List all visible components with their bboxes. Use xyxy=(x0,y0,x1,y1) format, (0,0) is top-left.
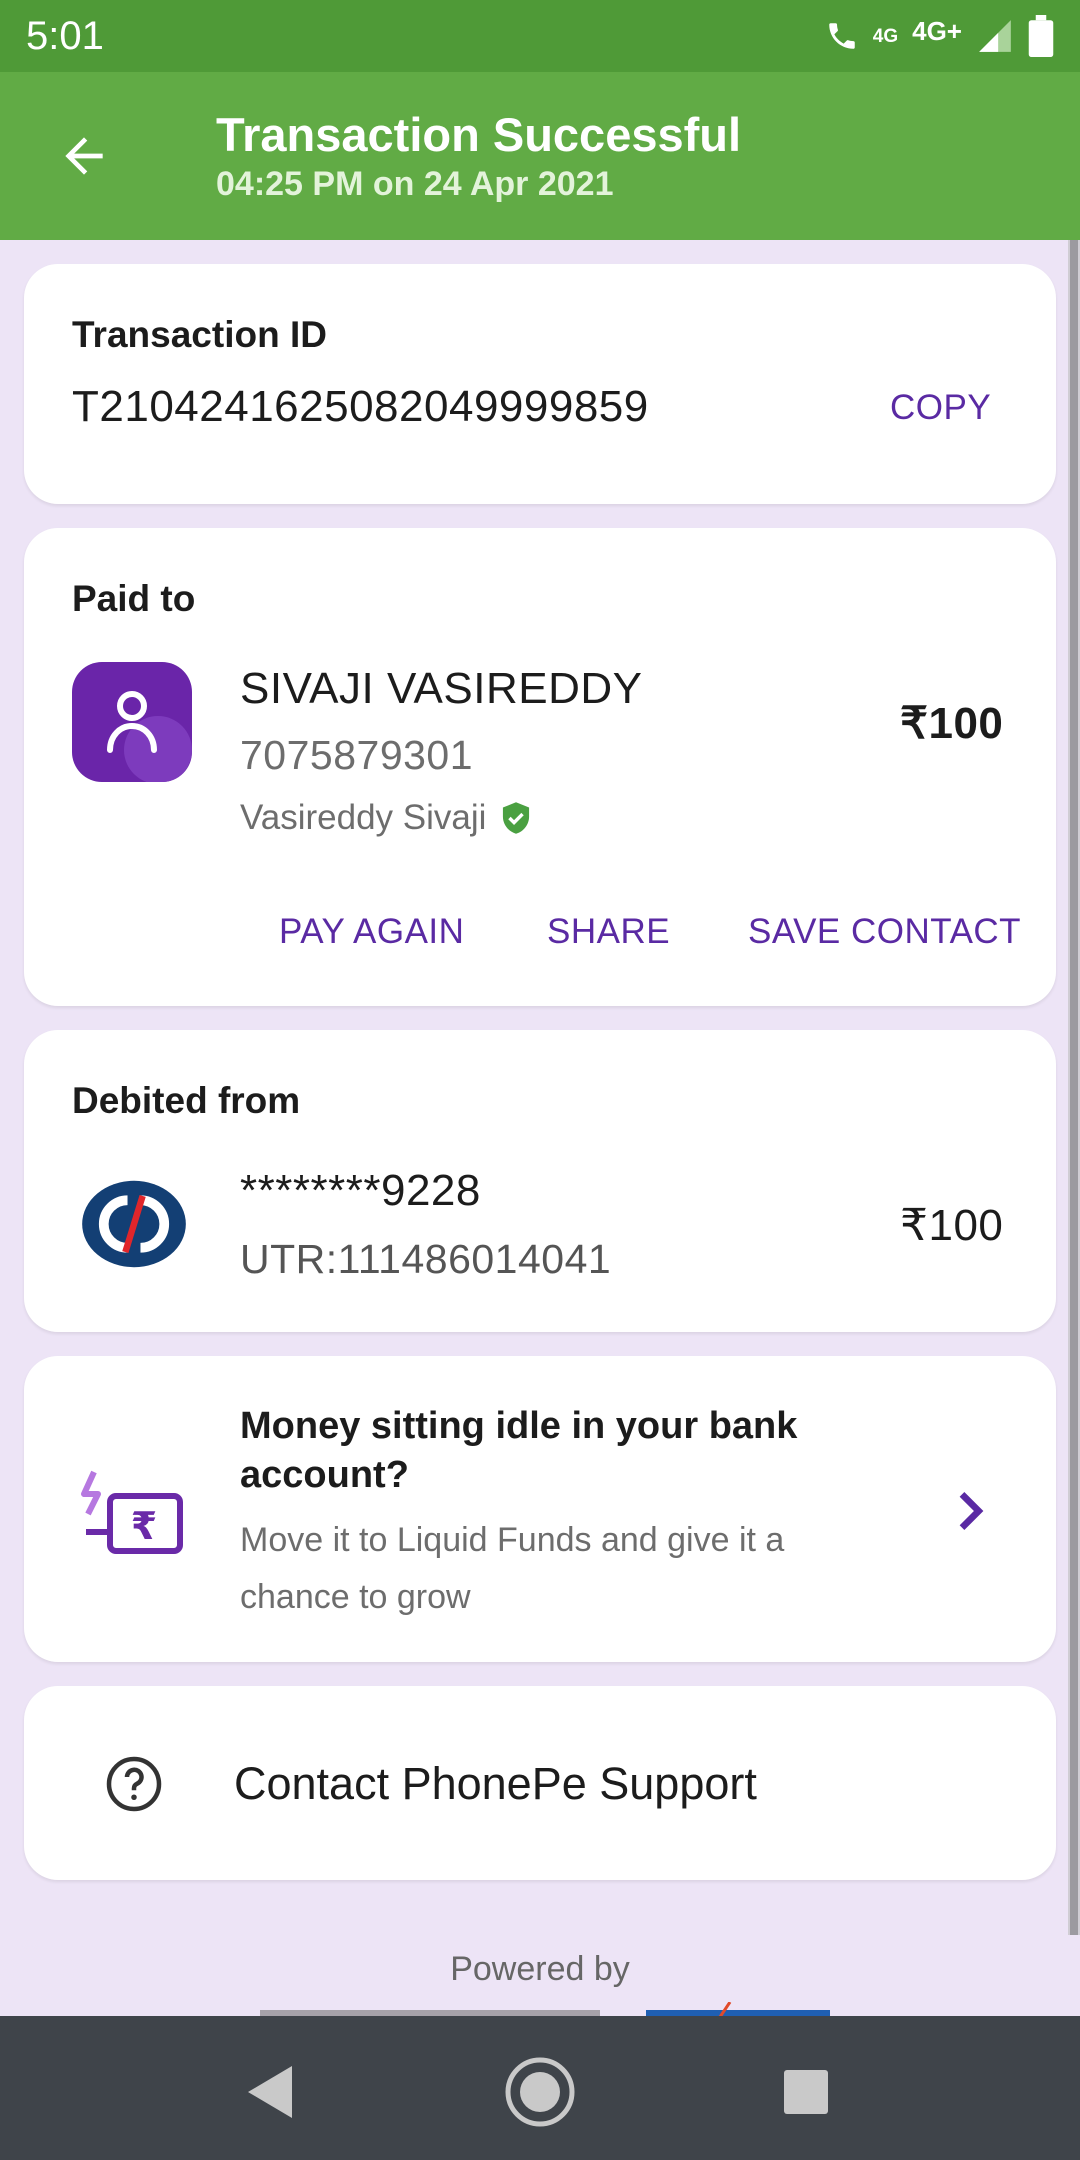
paid-to-label: Paid to xyxy=(72,578,196,619)
help-icon xyxy=(106,1756,162,1812)
contact-support-card[interactable]: Contact PhonePe Support xyxy=(24,1686,1056,1880)
volte-label: 4G xyxy=(872,25,899,47)
person-icon xyxy=(107,691,192,782)
avatar xyxy=(72,662,192,782)
chevron-right-icon[interactable] xyxy=(952,1486,992,1536)
promo-title: Money sitting idle in your bank account? xyxy=(240,1405,798,1496)
nav-recents-icon[interactable] xyxy=(766,2052,846,2132)
powered-by-text: Powered by xyxy=(450,1950,630,1988)
promo-body: Move it to Liquid Funds and give it a ch… xyxy=(240,1521,785,1616)
back-button[interactable] xyxy=(50,122,118,190)
svg-text:₹: ₹ xyxy=(131,1504,157,1548)
page-title: Transaction Successful xyxy=(216,108,742,161)
liquid-funds-promo-card[interactable]: ₹ Money sitting idle in your bank accoun… xyxy=(24,1356,1056,1662)
save-contact-button[interactable]: SAVE CONTACT xyxy=(748,912,1021,952)
transaction-datetime: 04:25 PM on 24 Apr 2021 xyxy=(216,165,614,203)
payee-verified-row: Vasireddy Sivaji xyxy=(240,798,532,838)
debited-from-label: Debited from xyxy=(72,1080,301,1121)
nav-back-icon[interactable] xyxy=(230,2052,310,2132)
payee-verified-name: Vasireddy Sivaji xyxy=(240,798,487,837)
copy-button[interactable]: COPY xyxy=(890,388,991,428)
transaction-id-value: T2104241625082049999859 xyxy=(72,382,649,431)
payee-phone: 7075879301 xyxy=(240,732,474,778)
scrollbar-thumb[interactable] xyxy=(1070,240,1078,1935)
debited-from-card: Debited from ********9228 UTR:1114860140… xyxy=(24,1030,1056,1332)
status-bar: 5:01 4G 4G+ xyxy=(0,0,1080,72)
arrow-left-icon xyxy=(65,137,103,175)
nav-home-icon[interactable] xyxy=(500,2052,580,2132)
call-icon xyxy=(829,23,855,49)
battery-icon xyxy=(1028,15,1054,57)
verified-shield-icon xyxy=(503,802,530,834)
transaction-id-card: Transaction ID T2104241625082049999859 C… xyxy=(24,264,1056,504)
account-number: ********9228 xyxy=(240,1166,481,1215)
navigation-bar xyxy=(0,2016,1080,2160)
app-bar: Transaction Successful 04:25 PM on 24 Ap… xyxy=(0,72,1080,240)
contact-support-label: Contact PhonePe Support xyxy=(234,1758,757,1809)
debited-amount: ₹100 xyxy=(900,1201,1004,1250)
status-time: 5:01 xyxy=(26,13,104,58)
status-icons: 4G 4G+ xyxy=(825,15,1054,57)
pay-again-button[interactable]: PAY AGAIN xyxy=(279,912,464,952)
payee-name: SIVAJI VASIREDDY xyxy=(240,664,643,713)
network-type: 4G+ xyxy=(912,16,962,46)
paid-to-card: Paid to SIVAJI VASIREDDY 7075879301 Vasi… xyxy=(24,528,1056,1006)
scrollbar[interactable] xyxy=(1068,240,1080,1935)
rupee-card-icon: ₹ xyxy=(81,1470,183,1554)
share-button[interactable]: SHARE xyxy=(547,912,670,952)
bank-logo-icon xyxy=(82,1180,186,1268)
payee-amount: ₹100 xyxy=(900,699,1004,748)
utr-number: UTR:111486014041 xyxy=(240,1236,612,1282)
transaction-id-label: Transaction ID xyxy=(72,314,327,355)
signal-icon xyxy=(979,20,1011,52)
